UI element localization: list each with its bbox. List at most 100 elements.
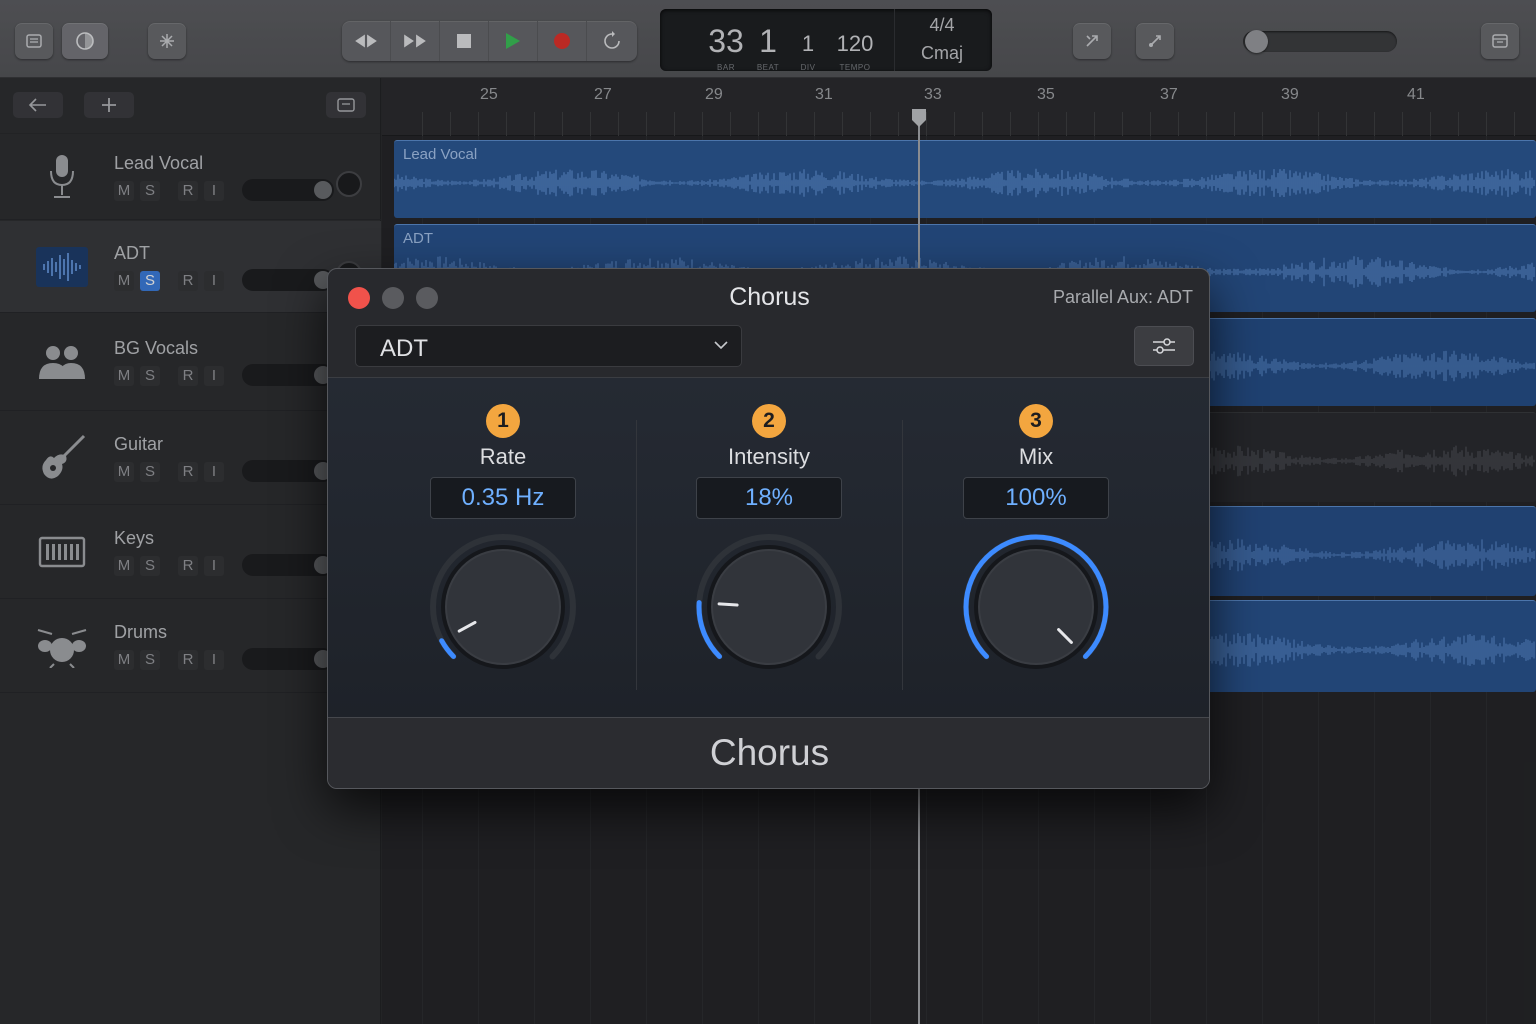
- input-monitor-button[interactable]: I: [204, 462, 224, 482]
- transport-controls: [342, 21, 637, 61]
- master-volume-knob[interactable]: [1244, 30, 1268, 53]
- lcd-time-signature: 4/4: [929, 15, 955, 35]
- smart-controls-button[interactable]: [148, 23, 186, 59]
- tuner-button[interactable]: [1073, 23, 1111, 59]
- record-enable-button[interactable]: R: [178, 650, 198, 670]
- solo-button[interactable]: S: [140, 556, 160, 576]
- track-volume-slider[interactable]: [242, 179, 334, 201]
- mix-value-field[interactable]: 100%: [963, 477, 1109, 519]
- bar-ruler[interactable]: 25 27 29 31 33 35 37 39 41: [382, 78, 1536, 136]
- rewind-button[interactable]: [342, 21, 391, 61]
- record-enable-button[interactable]: R: [178, 556, 198, 576]
- record-enable-button[interactable]: R: [178, 366, 198, 386]
- track-name[interactable]: ADT: [114, 243, 150, 264]
- track-header[interactable]: Keys M S R I: [0, 505, 381, 599]
- preset-dropdown[interactable]: ADT: [355, 325, 742, 367]
- solo-button[interactable]: S: [140, 181, 160, 201]
- solo-button[interactable]: S: [140, 650, 160, 670]
- play-button[interactable]: [489, 21, 538, 61]
- mute-button[interactable]: M: [114, 556, 134, 576]
- lcd-display[interactable]: 33 1 1 120 BAR BEAT DIV TEMPO 4/4 Cmaj: [660, 9, 992, 72]
- ruler-tick: [842, 112, 843, 136]
- track-pan-knob[interactable]: [336, 171, 362, 197]
- plugin-settings-button[interactable]: [1134, 326, 1194, 366]
- lcd-div: 1: [801, 31, 815, 56]
- region-lead-vocal[interactable]: Lead Vocal: [394, 140, 1536, 218]
- inspector-button[interactable]: [62, 23, 108, 59]
- mix-knob[interactable]: [959, 530, 1113, 684]
- mute-button[interactable]: M: [114, 271, 134, 291]
- solo-button[interactable]: S: [140, 462, 160, 482]
- input-monitor-button[interactable]: I: [204, 271, 224, 291]
- global-tracks-button[interactable]: [326, 92, 366, 118]
- ruler-tick: [954, 112, 955, 136]
- track-header[interactable]: Drums M S R I: [0, 599, 381, 693]
- cycle-icon: [603, 31, 620, 49]
- track-header[interactable]: ADT M S R I: [0, 221, 381, 313]
- track-volume-slider[interactable]: [242, 269, 334, 291]
- intensity-knob[interactable]: [692, 530, 846, 684]
- mute-button[interactable]: M: [114, 650, 134, 670]
- input-monitor-button[interactable]: I: [204, 181, 224, 201]
- library-button[interactable]: [15, 23, 53, 59]
- track-name[interactable]: Guitar: [114, 434, 163, 455]
- input-monitor-button[interactable]: I: [204, 556, 224, 576]
- record-enable-button[interactable]: R: [178, 271, 198, 291]
- track-header[interactable]: Guitar M S R I: [0, 411, 381, 505]
- bar-number: 25: [480, 86, 498, 103]
- ruler-tick: [1122, 112, 1123, 136]
- track-name[interactable]: Keys: [114, 528, 154, 549]
- count-in-button[interactable]: [1136, 23, 1174, 59]
- editors-button[interactable]: [1481, 23, 1519, 59]
- lcd-tempo: 120: [836, 31, 874, 56]
- track-volume-slider[interactable]: [242, 648, 334, 670]
- group-icon: [32, 337, 92, 387]
- track-header[interactable]: BG Vocals M S R I: [0, 313, 381, 411]
- intensity-value-field[interactable]: 18%: [696, 477, 842, 519]
- ruler-tick: [422, 112, 423, 136]
- input-monitor-button[interactable]: I: [204, 366, 224, 386]
- fast-forward-icon: [404, 34, 426, 48]
- global-tracks-icon: [337, 98, 355, 112]
- ruler-tick: [1010, 112, 1011, 136]
- editors-icon: [1492, 34, 1508, 48]
- track-volume-slider[interactable]: [242, 460, 334, 482]
- input-monitor-button[interactable]: I: [204, 650, 224, 670]
- track-name[interactable]: Lead Vocal: [114, 153, 203, 174]
- solo-button[interactable]: S: [140, 366, 160, 386]
- stop-button[interactable]: [440, 21, 489, 61]
- rate-badge: 1: [486, 404, 520, 438]
- control-bar: 33 1 1 120 BAR BEAT DIV TEMPO 4/4 Cmaj: [0, 0, 1536, 78]
- rate-value-field[interactable]: 0.35 Hz: [430, 477, 576, 519]
- knob-pointer: [717, 602, 739, 607]
- volume-knob[interactable]: [314, 181, 332, 199]
- mute-button[interactable]: M: [114, 181, 134, 201]
- playhead-handle[interactable]: [910, 108, 928, 128]
- cycle-button[interactable]: [587, 21, 636, 61]
- bar-number: 35: [1037, 86, 1055, 103]
- knob-face: [447, 551, 559, 663]
- rate-knob[interactable]: [426, 530, 580, 684]
- fast-forward-button[interactable]: [391, 21, 440, 61]
- ruler-tick: [646, 112, 647, 136]
- back-button[interactable]: [13, 92, 63, 118]
- solo-button[interactable]: S: [140, 271, 160, 291]
- record-enable-button[interactable]: R: [178, 181, 198, 201]
- record-button[interactable]: [538, 21, 587, 61]
- track-name[interactable]: BG Vocals: [114, 338, 198, 359]
- mute-button[interactable]: M: [114, 462, 134, 482]
- track-volume-slider[interactable]: [242, 364, 334, 386]
- track-header[interactable]: Lead Vocal M S R I: [0, 134, 381, 220]
- master-volume-slider[interactable]: [1243, 30, 1397, 53]
- record-enable-button[interactable]: R: [178, 462, 198, 482]
- inspector-icon: [76, 32, 94, 50]
- add-track-button[interactable]: [84, 92, 134, 118]
- track-volume-slider[interactable]: [242, 554, 334, 576]
- intensity-control: 2 Intensity 18%: [622, 378, 916, 718]
- track-name[interactable]: Drums: [114, 622, 167, 643]
- knob-face: [980, 551, 1092, 663]
- ruler-tick: [814, 112, 815, 136]
- rewind-icon: [355, 34, 377, 48]
- lcd-bar: 33: [708, 23, 744, 59]
- mute-button[interactable]: M: [114, 366, 134, 386]
